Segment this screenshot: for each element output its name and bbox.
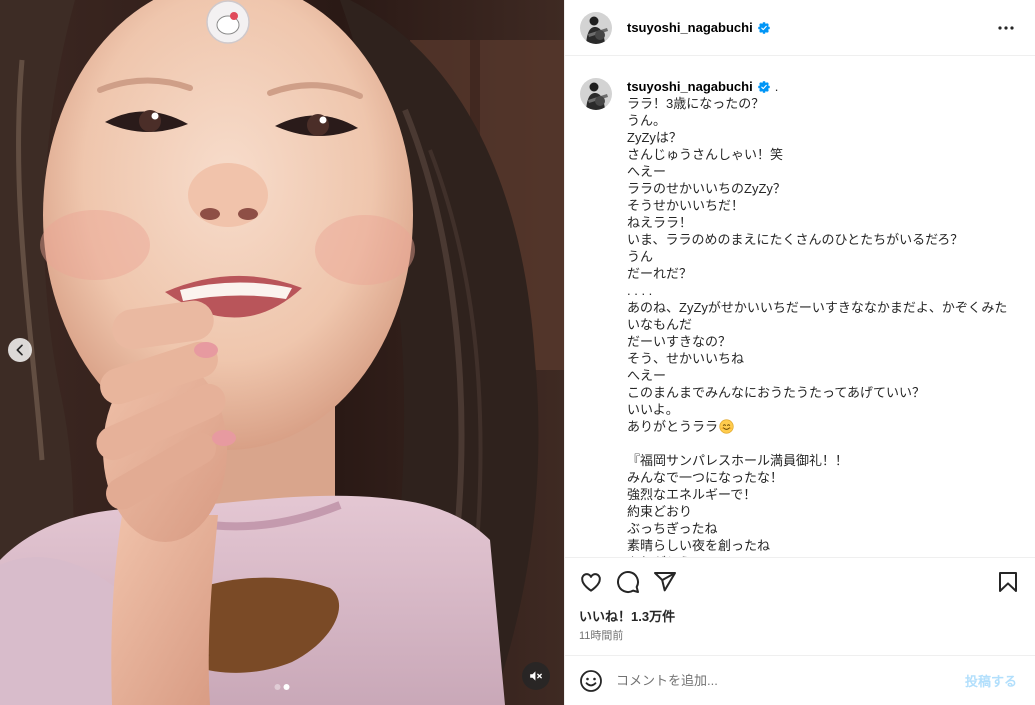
verified-badge-icon — [757, 80, 770, 93]
comment-button[interactable] — [616, 570, 640, 594]
caption-line-text: へえー — [627, 164, 667, 179]
caption-line: うん。 — [627, 112, 1015, 129]
caption-line-text: あのね、ZyZyがせかいいちだーいすきななかまだよ、かぞくみたいなもんだ — [627, 300, 1008, 332]
caption-author-avatar[interactable] — [580, 78, 612, 110]
caption-line: . . . . — [627, 282, 1015, 299]
caption-line: ぶっちぎったね — [627, 520, 1015, 537]
author-avatar[interactable] — [580, 11, 612, 44]
post-details-panel: tsuyoshi_nagabuchi tsuyoshi_nagabuchi . … — [564, 0, 1035, 705]
caption-line-text: 素晴らしい夜を創ったね — [627, 538, 771, 553]
caption-line: そうせかいいちだ！ — [627, 197, 1015, 214]
mute-toggle-button[interactable] — [522, 662, 550, 690]
caption-line-text: そう、せかいいちね — [627, 351, 745, 366]
comment-icon — [617, 571, 639, 593]
post-timestamp[interactable]: 11時間前 — [579, 629, 1020, 643]
carousel-dot — [283, 684, 290, 690]
post-actions-section: いいね！1.3万件 11時間前 — [565, 558, 1035, 656]
caption-line-text: さんじゅうさんしゃい！笑 — [627, 147, 784, 162]
caption-line-text: いま、ララのめのまえにたくさんのひとたちがいるだろ？ — [627, 232, 964, 247]
caption-body: tsuyoshi_nagabuchi . ララ！3歳になったの？ うん。 ZyZ… — [627, 78, 1015, 557]
caption-line: このまんまでみんなにおうたうたってあげていい？ — [627, 384, 1015, 401]
caption-line-text: このまんまでみんなにおうたうたってあげていい？ — [627, 385, 925, 400]
carousel-dot — [274, 684, 281, 690]
child-nose — [188, 163, 268, 227]
caption-line: ねえララ！ — [627, 214, 1015, 231]
caption-line: だーれだ？ — [627, 265, 1015, 282]
avatar-image — [580, 11, 612, 44]
caption-line-text: ねえララ！ — [627, 215, 693, 230]
carousel-previous-button[interactable] — [8, 338, 32, 362]
speaker-muted-icon — [530, 671, 542, 681]
share-icon — [654, 572, 676, 592]
caption-line — [627, 435, 1015, 452]
add-comment-bar: 投稿する — [565, 656, 1035, 705]
avatar-image — [580, 78, 612, 110]
post-comment-button[interactable]: 投稿する — [965, 671, 1017, 690]
caption-line: 約束どおり — [627, 503, 1015, 520]
caption-line: 『福岡サンパレスホール満員御礼！！ — [627, 452, 1015, 469]
caption-line-text: うん — [627, 249, 654, 264]
caption-line-text: へえー — [627, 368, 667, 383]
smiling-face-emoji-icon — [719, 419, 734, 434]
verified-badge-icon — [757, 21, 770, 34]
instagram-post-view: tsuyoshi_nagabuchi tsuyoshi_nagabuchi . … — [0, 0, 1035, 705]
like-button[interactable] — [579, 570, 603, 594]
caption-line: だーいすきなの？ — [627, 333, 1015, 350]
caption-line: そう、せかいいちね — [627, 350, 1015, 367]
caption-line: さんじゅうさんしゃい！笑 — [627, 146, 1015, 163]
caption-line: へえー — [627, 163, 1015, 180]
chevron-left-icon — [16, 344, 23, 356]
caption-line: あのね、ZyZyがせかいいちだーいすきななかまだよ、かぞくみたいなもんだ — [627, 299, 1015, 333]
caption-line-text: みんなで一つになったな！ — [627, 470, 784, 485]
author-username[interactable]: tsuyoshi_nagabuchi — [627, 19, 753, 36]
caption-section[interactable]: tsuyoshi_nagabuchi . ララ！3歳になったの？ うん。 ZyZ… — [565, 56, 1035, 558]
caption-line-text: うん。 — [627, 113, 667, 128]
caption-line: うん — [627, 248, 1015, 265]
share-button[interactable] — [653, 570, 677, 594]
carousel-indicator — [274, 684, 290, 690]
caption-line: ララ！3歳になったの？ — [627, 95, 1015, 112]
caption-line-text: 約束どおり — [627, 504, 693, 519]
caption-line: ZyZyは？ — [627, 129, 1015, 146]
post-header: tsuyoshi_nagabuchi — [565, 0, 1035, 56]
video-frame — [0, 0, 564, 705]
caption-line-text: 強烈なエネルギーで！ — [627, 487, 757, 502]
caption-line: 強烈なエネルギーで！ — [627, 486, 1015, 503]
save-button[interactable] — [996, 570, 1020, 594]
caption-line-text: だーれだ？ — [627, 266, 693, 281]
caption-lines: ララ！3歳になったの？ うん。 ZyZyは？ さんじゅうさんしゃい！笑 へえー ララのせか… — [627, 95, 1015, 557]
caption-line: ララのせかいいちのZyZy？ — [627, 180, 1015, 197]
caption-line-text: ララのせかいいちのZyZy？ — [627, 181, 786, 196]
caption-line-text: だーいすきなの？ — [627, 334, 732, 349]
caption-line-text: ララ！3歳になったの？ — [627, 96, 765, 111]
more-options-button[interactable] — [994, 16, 1018, 40]
caption-line: いいよ。 — [627, 401, 1015, 418]
caption-header-line: tsuyoshi_nagabuchi . — [627, 78, 1015, 95]
emoji-icon — [580, 669, 602, 692]
action-bar — [579, 558, 1020, 606]
caption-first-text: . — [774, 79, 779, 94]
caption-line-text: ZyZyは？ — [627, 130, 682, 145]
heart-icon — [581, 573, 601, 592]
caption-line: みんなで一つになったな！ — [627, 469, 1015, 486]
post-video[interactable] — [0, 0, 564, 705]
caption-line: ありがとうララ — [627, 418, 1015, 435]
caption-line-text: 『福岡サンパレスホール満員御礼！！ — [627, 453, 849, 468]
forehead-sticker — [206, 0, 250, 44]
caption-line-text: いいよ。 — [627, 402, 679, 417]
caption-username[interactable]: tsuyoshi_nagabuchi — [627, 78, 753, 95]
bookmark-icon — [999, 572, 1017, 592]
caption-line: いま、ララのめのまえにたくさんのひとたちがいるだろ？ — [627, 231, 1015, 248]
like-count[interactable]: いいね！1.3万件 — [579, 608, 1020, 626]
comment-input[interactable] — [616, 673, 965, 688]
caption-line-text: . . . . — [627, 283, 653, 298]
caption-line: 素晴らしい夜を創ったね — [627, 537, 1015, 554]
caption-line-text: ありがとうララ — [627, 419, 719, 434]
caption-line-text: そうせかいいちだ！ — [627, 198, 745, 213]
caption-line-text: ぶっちぎったね — [627, 521, 718, 536]
emoji-picker-button[interactable] — [579, 669, 603, 693]
caption-line: へえー — [627, 367, 1015, 384]
more-options-icon — [998, 25, 1014, 30]
